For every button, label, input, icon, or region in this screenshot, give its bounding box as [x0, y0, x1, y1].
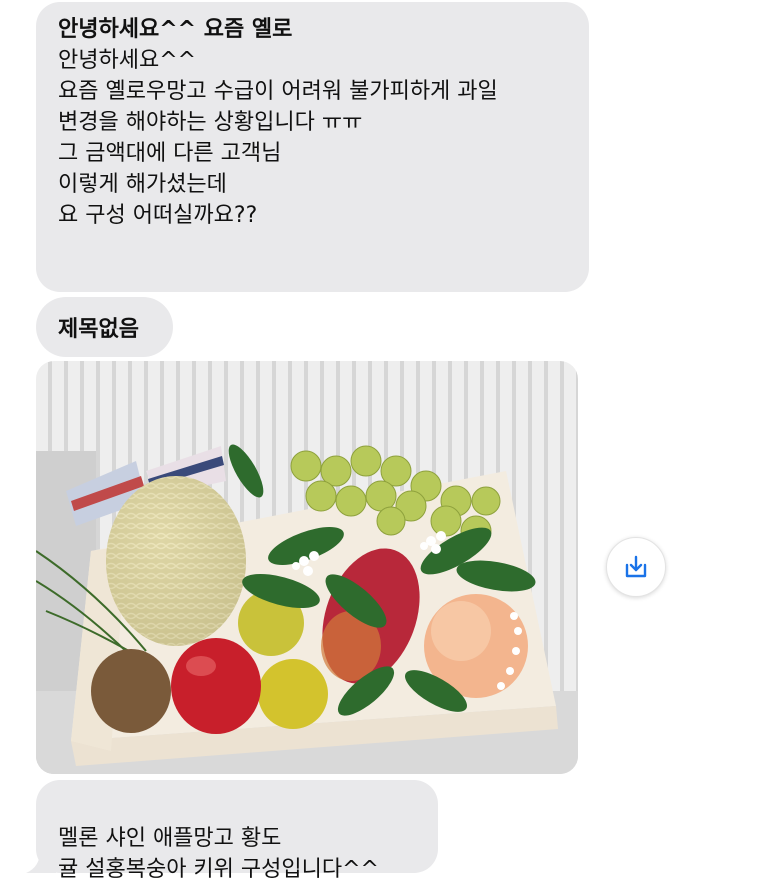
message-title: 제목없음	[58, 317, 139, 342]
bubble-tail	[26, 851, 56, 873]
message-bubble-3[interactable]: 멜론 샤인 애플망고 황도 귤 설홍복숭아 키위 구성입니다^^	[36, 780, 438, 882]
fruit-basket-illustration	[36, 361, 578, 774]
fruit-basket-photo[interactable]	[36, 361, 578, 774]
message-bubble-2[interactable]: 제목없음	[36, 297, 173, 357]
message-body: 멜론 샤인 애플망고 황도 귤 설홍복숭아 키위 구성입니다^^	[58, 826, 379, 882]
download-save-icon	[625, 555, 647, 578]
message-body: 안녕하세요^^ 요즘 옐로우망고 수급이 어려워 불가피하게 과일 변경을 해야…	[58, 48, 498, 228]
message-bubble-1[interactable]: 안녕하세요^^ 요즘 옐로 안녕하세요^^ 요즘 옐로우망고 수급이 어려워 불…	[36, 2, 589, 292]
save-image-button[interactable]	[606, 537, 666, 597]
message-title: 안녕하세요^^ 요즘 옐로	[58, 17, 293, 42]
